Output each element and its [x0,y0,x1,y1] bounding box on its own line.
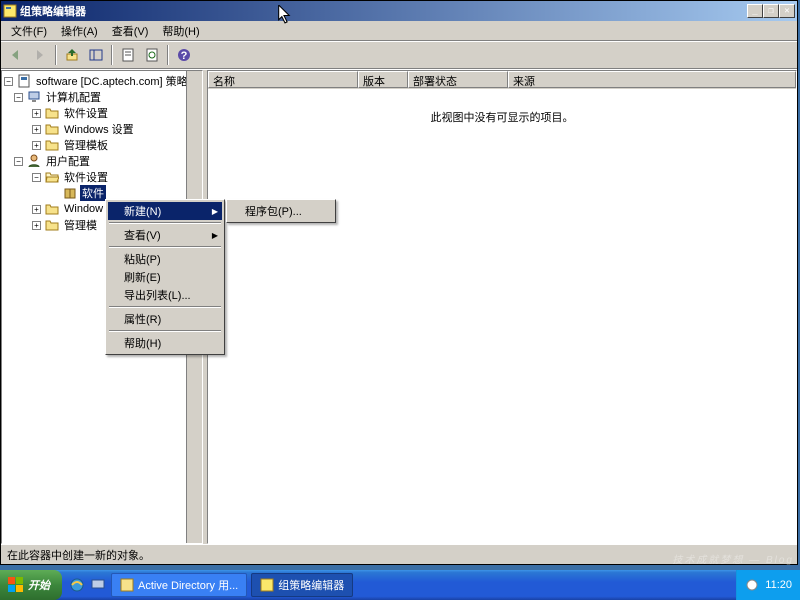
collapse-icon[interactable]: − [14,93,23,102]
list-header: 名称 版本 部署状态 来源 [208,71,796,89]
collapse-icon[interactable]: − [32,173,41,182]
clock: 11:20 [765,579,792,591]
ie-icon[interactable] [68,576,86,594]
ctx-sep [109,330,221,332]
package-icon [62,186,77,200]
quick-launch [68,576,107,594]
refresh-button[interactable] [141,44,163,66]
ctx-sep [109,246,221,248]
toolbar-sep [111,45,113,65]
computer-icon [26,90,41,104]
user-icon [26,154,41,168]
menu-action[interactable]: 操作(A) [55,21,104,41]
expand-icon[interactable]: + [32,109,41,118]
ad-icon [120,578,134,592]
windows-logo-icon [8,577,24,593]
expand-icon[interactable]: + [32,205,41,214]
statusbar: 在此容器中创建一新的对象。 [1,544,797,564]
ctx-properties[interactable]: 属性(R) [108,310,222,328]
tree-root[interactable]: −software [DC.aptech.com] 策略 [4,73,202,89]
minimize-button[interactable]: _ [747,4,763,18]
tree-item[interactable]: −软件设置 [4,169,202,185]
window-title: 组策略编辑器 [20,3,747,19]
taskbar: 开始 Active Directory 用... 组策略编辑器 11:20 [0,570,800,600]
ctx-new[interactable]: 新建(N)▶ [108,202,222,220]
ctx-export[interactable]: 导出列表(L)... [108,286,222,304]
titlebar[interactable]: 组策略编辑器 _ ❐ ✕ [1,1,797,21]
ctx-view[interactable]: 查看(V)▶ [108,226,222,244]
taskbar-app-gpedit[interactable]: 组策略编辑器 [251,573,353,597]
taskbar-app-ad[interactable]: Active Directory 用... [111,573,247,597]
tree-item[interactable]: +软件设置 [4,105,202,121]
tree-item[interactable]: +管理模板 [4,137,202,153]
ctx-sep [109,306,221,308]
maximize-button[interactable]: ❐ [763,4,779,18]
context-submenu: 程序包(P)... [226,199,336,223]
tree-user-config[interactable]: −用户配置 [4,153,202,169]
ctx-paste[interactable]: 粘贴(P) [108,250,222,268]
menu-view[interactable]: 查看(V) [106,21,155,41]
empty-message: 此视图中没有可显示的项目。 [208,109,796,125]
folder-icon [44,106,59,120]
folder-open-icon [44,170,59,184]
toolbar: ? [1,41,797,69]
show-hide-button[interactable] [85,44,107,66]
svg-text:?: ? [181,50,188,62]
submenu-arrow-icon: ▶ [212,207,218,216]
menu-file[interactable]: 文件(F) [5,21,53,41]
ctx-refresh[interactable]: 刷新(E) [108,268,222,286]
desktop-icon[interactable] [89,576,107,594]
collapse-icon[interactable]: − [14,157,23,166]
col-version[interactable]: 版本 [358,71,408,88]
window-controls: _ ❐ ✕ [747,4,795,18]
tray-icon [745,578,759,592]
toolbar-sep [167,45,169,65]
folder-icon [44,138,59,152]
collapse-icon[interactable]: − [4,77,13,86]
ctx-sep [109,222,221,224]
ctx-new-package[interactable]: 程序包(P)... [229,202,333,220]
col-deploy[interactable]: 部署状态 [408,71,508,88]
menu-help[interactable]: 帮助(H) [156,21,205,41]
list-pane[interactable]: 名称 版本 部署状态 来源 此视图中没有可显示的项目。 [207,70,797,544]
tree-item[interactable]: +Windows 设置 [4,121,202,137]
col-source[interactable]: 来源 [508,71,796,88]
help-button[interactable]: ? [173,44,195,66]
up-button[interactable] [61,44,83,66]
start-button[interactable]: 开始 [0,570,62,600]
expand-icon[interactable]: + [32,141,41,150]
folder-icon [44,218,59,232]
col-name[interactable]: 名称 [208,71,358,88]
back-button[interactable] [5,44,27,66]
system-tray[interactable]: 11:20 [736,570,800,600]
ctx-help[interactable]: 帮助(H) [108,334,222,352]
app-icon [3,4,17,18]
forward-button[interactable] [29,44,51,66]
properties-button[interactable] [117,44,139,66]
close-button[interactable]: ✕ [779,4,795,18]
expand-icon[interactable]: + [32,125,41,134]
expand-icon[interactable]: + [32,221,41,230]
tree-computer-config[interactable]: −计算机配置 [4,89,202,105]
toolbar-sep [55,45,57,65]
policy-icon [16,74,31,88]
status-text: 在此容器中创建一新的对象。 [7,547,150,563]
menubar: 文件(F) 操作(A) 查看(V) 帮助(H) [1,21,797,41]
context-menu: 新建(N)▶ 查看(V)▶ 粘贴(P) 刷新(E) 导出列表(L)... 属性(… [105,199,225,355]
gpedit-icon [260,578,274,592]
folder-icon [44,122,59,136]
submenu-arrow-icon: ▶ [212,231,218,240]
folder-icon [44,202,59,216]
